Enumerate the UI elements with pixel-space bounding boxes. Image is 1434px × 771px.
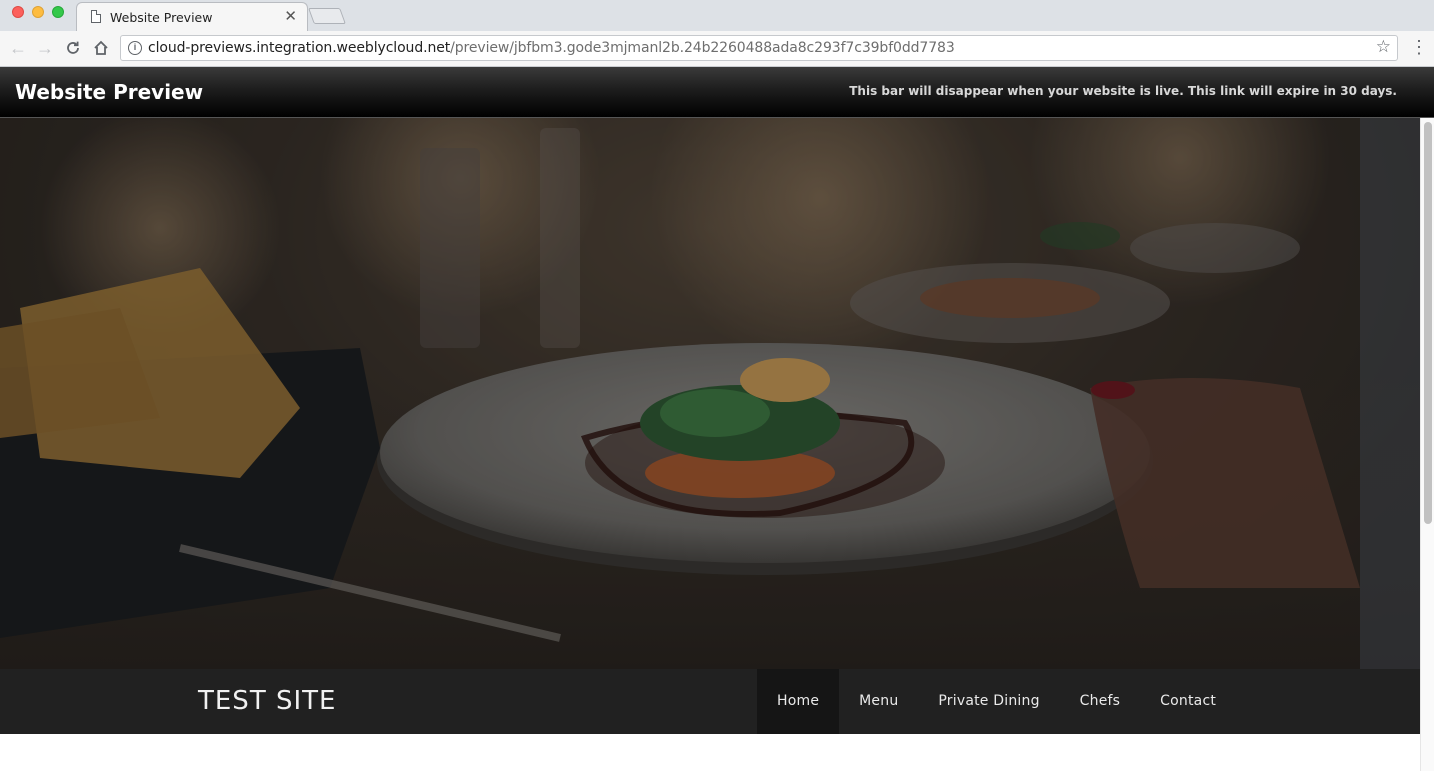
info-icon[interactable]: i [128,41,142,55]
scrollbar-thumb[interactable] [1424,122,1432,524]
nav-item-chefs[interactable]: Chefs [1060,669,1140,734]
nav-item-home[interactable]: Home [757,669,840,734]
new-tab-button[interactable] [308,8,346,24]
reload-icon[interactable] [62,37,84,59]
page-viewport[interactable]: TEST SITE Home Menu Private Dining Chefs… [0,118,1434,771]
preview-bar-note: This bar will disappear when your websit… [849,84,1397,98]
site-title[interactable]: TEST SITE [198,686,336,716]
address-bar[interactable]: i cloud-previews.integration.weeblycloud… [120,35,1398,61]
page-icon [91,10,101,23]
nav-item-contact[interactable]: Contact [1140,669,1236,734]
star-icon[interactable]: ☆ [1376,37,1391,57]
home-icon[interactable] [90,37,112,59]
site-nav: Home Menu Private Dining Chefs Contact [757,669,1236,734]
window-close-button[interactable] [12,6,24,18]
tab-title: Website Preview [110,10,213,25]
nav-item-private-dining[interactable]: Private Dining [918,669,1059,734]
forward-arrow-icon[interactable]: → [34,37,56,59]
window-zoom-button[interactable] [52,6,64,18]
vertical-scrollbar[interactable] [1420,118,1434,771]
back-arrow-icon[interactable]: ← [7,37,29,59]
browser-toolbar: ← → i cloud-previews.integration.weeblyc… [0,31,1434,67]
hero-image [0,118,1420,669]
preview-bar-title: Website Preview [15,80,204,104]
browser-tab[interactable]: Website Preview ✕ [76,2,308,31]
url-text: cloud-previews.integration.weeblycloud.n… [148,40,955,56]
site-header: TEST SITE Home Menu Private Dining Chefs… [0,669,1420,734]
close-icon[interactable]: ✕ [284,7,297,25]
nav-item-menu[interactable]: Menu [839,669,918,734]
window-minimize-button[interactable] [32,6,44,18]
browser-tab-strip: Website Preview ✕ [0,0,1434,31]
kebab-menu-icon[interactable]: ⋮ [1410,37,1428,57]
preview-bar: Website Preview This bar will disappear … [0,67,1434,118]
